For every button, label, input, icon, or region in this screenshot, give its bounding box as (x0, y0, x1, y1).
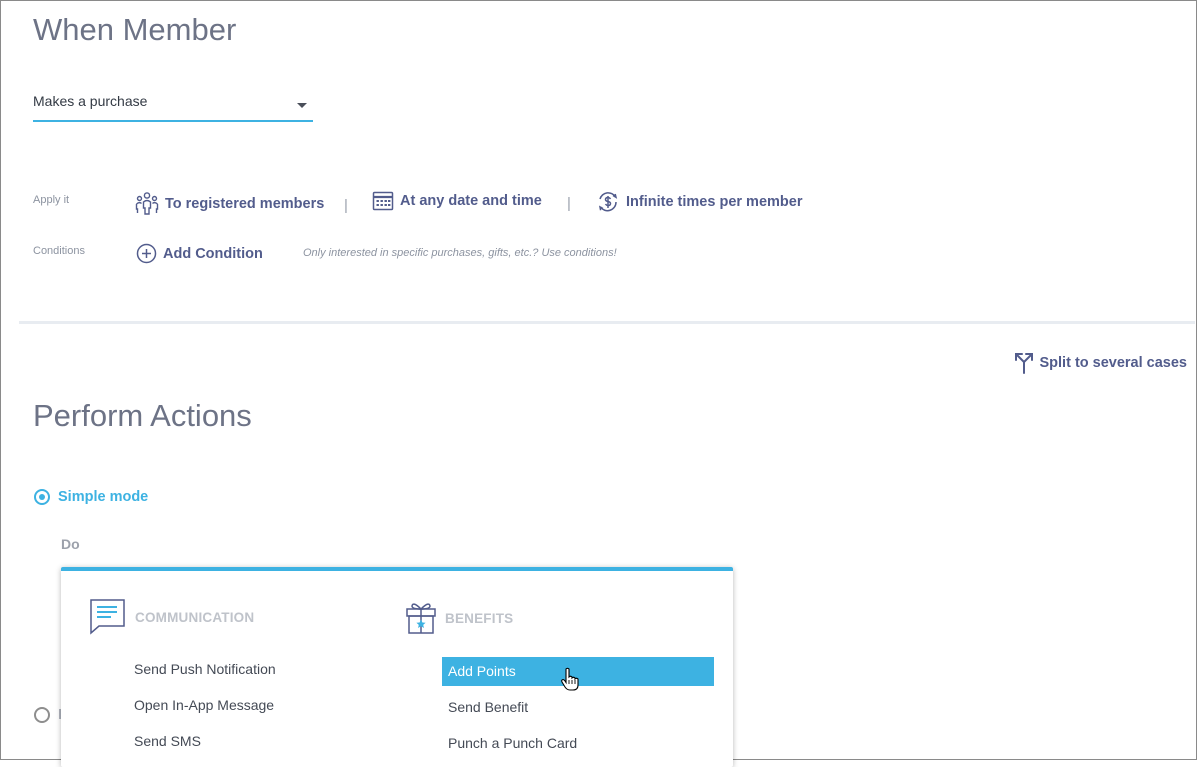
communication-heading: COMMUNICATION (89, 598, 254, 636)
members-icon (135, 192, 159, 215)
perform-actions-title: Perform Actions (33, 398, 252, 433)
simple-mode-radio[interactable] (34, 489, 50, 505)
menu-item-send-push-notification[interactable]: Send Push Notification (134, 661, 276, 677)
plus-circle-icon (136, 243, 157, 264)
section-divider (19, 321, 1195, 324)
do-label: Do (61, 536, 80, 552)
separator: | (344, 197, 348, 214)
benefits-heading: BENEFITS (405, 601, 513, 635)
simple-mode-label: Simple mode (58, 489, 149, 505)
trigger-select[interactable]: Makes a purchase (33, 90, 313, 122)
frequency-label: Infinite times per member (626, 194, 803, 210)
action-dropdown: COMMUNICATION BENEFITS Send Push Notific… (61, 567, 733, 767)
benefits-heading-label: BENEFITS (445, 610, 514, 626)
conditions-label: Conditions (33, 245, 85, 257)
add-condition-label: Add Condition (163, 245, 263, 262)
frequency-link[interactable]: Infinite times per member (596, 190, 802, 214)
when-member-title: When Member (33, 12, 237, 47)
chevron-down-icon (297, 103, 307, 108)
menu-item-open-in-app-message[interactable]: Open In-App Message (134, 697, 274, 713)
menu-item-punch-card[interactable]: Punch a Punch Card (448, 735, 577, 751)
advanced-mode-radio[interactable] (34, 707, 50, 723)
split-cases-label: Split to several cases (1039, 355, 1188, 371)
split-cases-button[interactable]: Split to several cases (1014, 352, 1188, 374)
menu-item-send-sms[interactable]: Send SMS (134, 733, 201, 749)
trigger-select-value: Makes a purchase (33, 93, 148, 109)
menu-item-send-benefit[interactable]: Send Benefit (448, 699, 528, 715)
gift-icon (406, 603, 436, 634)
add-condition-button[interactable]: Add Condition (136, 243, 263, 264)
apply-it-label: Apply it (33, 194, 70, 206)
date-time-link[interactable]: At any date and time (372, 190, 542, 212)
hand-cursor-icon (561, 667, 579, 691)
conditions-hint: Only interested in specific purchases, g… (303, 247, 617, 259)
chat-bubble-icon (90, 599, 125, 635)
registered-members-label: To registered members (165, 196, 325, 212)
split-icon (1014, 353, 1033, 374)
separator: | (567, 195, 571, 212)
calendar-icon (372, 191, 394, 211)
recurring-dollar-icon (598, 192, 618, 212)
communication-heading-label: COMMUNICATION (135, 609, 255, 625)
registered-members-link[interactable]: To registered members (135, 191, 324, 217)
date-time-label: At any date and time (400, 193, 542, 209)
